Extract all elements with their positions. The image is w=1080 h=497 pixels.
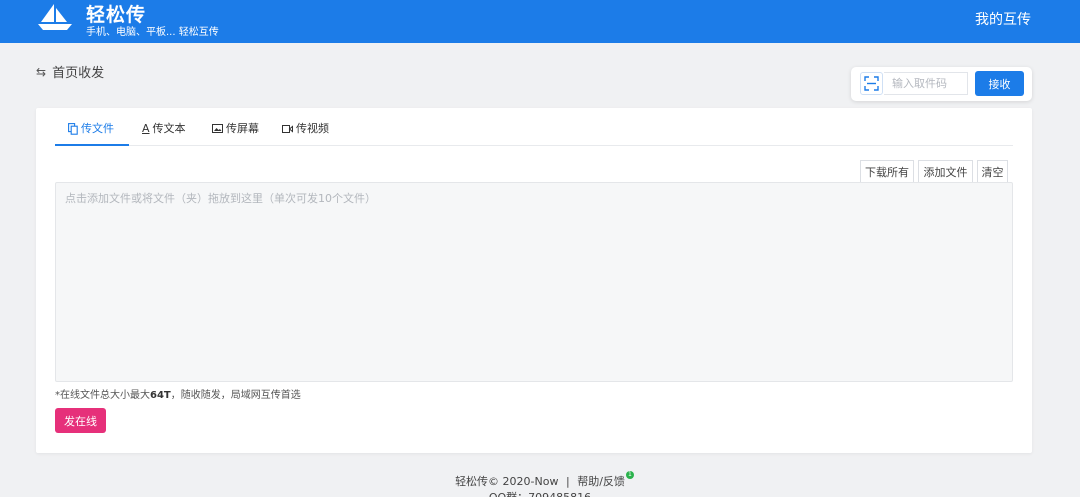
receive-panel: 接收 <box>851 67 1032 101</box>
add-file-button[interactable]: 添加文件 <box>918 160 973 183</box>
size-note-suffix: ，随收随发，局域网互传首选 <box>170 390 301 401</box>
copyright-text: 轻松传© 2020-Now <box>455 475 559 488</box>
help-feedback-link[interactable]: 帮助/反馈 1 <box>577 471 634 488</box>
footer-separator: | <box>565 475 570 488</box>
qq-group-text: QQ群：709485816 <box>0 489 1080 497</box>
text-a-icon: A <box>142 122 150 135</box>
swap-arrows-icon: ⇆ <box>36 64 47 79</box>
footer: 轻松传© 2020-Now | 帮助/反馈 1 <box>0 471 1080 489</box>
my-transfer-link[interactable]: 我的互传 <box>975 9 1031 29</box>
tab-send-video[interactable]: 传视频 <box>282 122 329 146</box>
copy-file-icon <box>68 123 78 135</box>
tab-send-screen[interactable]: 传屏幕 <box>212 122 259 146</box>
size-note: *在线文件总大小最大64T，随收随发，局域网互传首选 <box>55 386 301 401</box>
video-camera-icon <box>282 125 293 133</box>
tab-label: 传屏幕 <box>226 122 259 135</box>
send-online-button[interactable]: 发在线 <box>55 408 106 433</box>
tab-send-text[interactable]: A 传文本 <box>142 122 186 146</box>
clear-button[interactable]: 清空 <box>977 160 1008 183</box>
breadcrumb: ⇆ 首页收发 <box>36 62 105 82</box>
breadcrumb-label: 首页收发 <box>52 66 105 81</box>
notification-badge: 1 <box>625 471 634 479</box>
top-navbar: 轻松传 手机、电脑、平板... 轻松互传 我的互传 <box>0 0 1080 43</box>
tab-label: 传文件 <box>81 122 114 135</box>
pickup-code-input[interactable] <box>884 72 968 95</box>
tab-bar: 传文件 A 传文本 传屏幕 传视频 <box>55 120 1013 146</box>
size-note-limit: 64T <box>150 390 171 401</box>
brand-subtitle: 手机、电脑、平板... 轻松互传 <box>86 27 219 38</box>
receive-button[interactable]: 接收 <box>975 71 1024 96</box>
scan-qr-icon[interactable] <box>860 72 883 95</box>
image-frame-icon <box>212 124 223 133</box>
tab-label: 传文本 <box>152 122 186 135</box>
sailboat-logo-icon[interactable] <box>37 2 73 32</box>
send-card: 传文件 A 传文本 传屏幕 传视频 下载所有 添加文件 清空 点击添加文件或将文… <box>36 108 1032 453</box>
download-all-button[interactable]: 下载所有 <box>860 160 914 183</box>
help-feedback-label: 帮助/反馈 <box>577 475 625 488</box>
tab-send-file[interactable]: 传文件 <box>55 122 129 146</box>
dropzone-hint: 点击添加文件或将文件（夹）拖放到这里（单次可发10个文件） <box>65 192 376 205</box>
tab-label: 传视频 <box>296 122 329 135</box>
file-dropzone[interactable]: 点击添加文件或将文件（夹）拖放到这里（单次可发10个文件） <box>55 182 1013 382</box>
size-note-prefix: *在线文件总大小最大 <box>55 390 150 401</box>
